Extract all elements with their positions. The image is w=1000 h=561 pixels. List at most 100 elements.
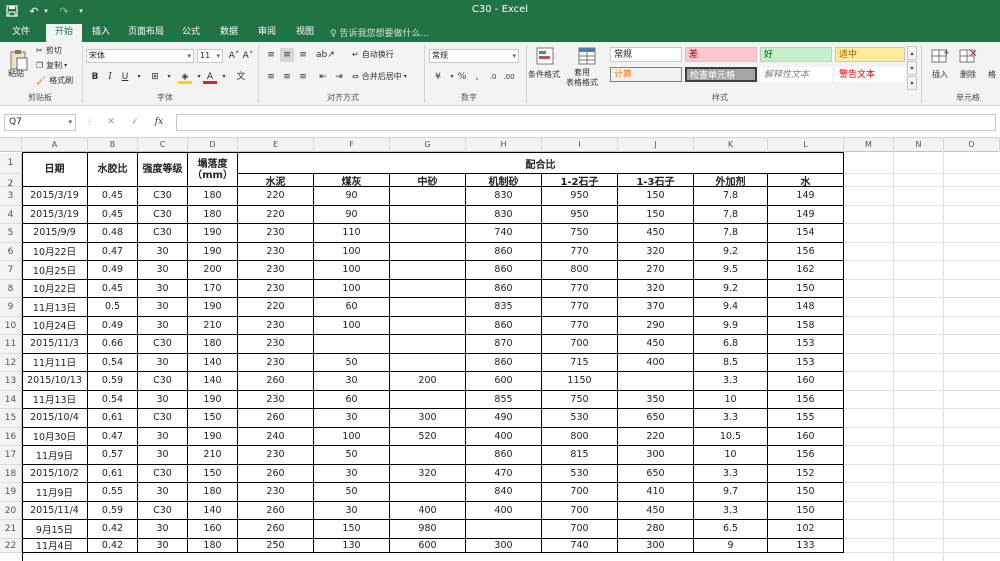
borders-icon[interactable]: ⊞ <box>148 70 162 84</box>
data-cell[interactable]: 410 <box>618 483 694 502</box>
row-header[interactable]: 15 <box>0 409 22 428</box>
data-cell[interactable]: 30 <box>138 298 188 317</box>
data-cell[interactable]: 155 <box>768 409 844 428</box>
data-cell[interactable]: 230 <box>238 335 314 354</box>
data-cell[interactable]: 180 <box>188 483 238 502</box>
data-cell[interactable]: 190 <box>188 224 238 243</box>
data-cell[interactable]: 50 <box>314 446 390 465</box>
header-machine-sand[interactable]: 机制砂 <box>466 174 542 187</box>
data-cell[interactable]: 90 <box>314 205 390 224</box>
column-header[interactable]: F <box>314 138 390 152</box>
data-cell[interactable]: 250 <box>238 538 314 553</box>
data-cell[interactable]: 153 <box>768 335 844 354</box>
data-cell[interactable]: 2015/11/4 <box>22 501 88 520</box>
cancel-icon[interactable]: ✕ <box>104 115 118 129</box>
align-middle-icon[interactable]: ≡ <box>280 48 294 62</box>
row-header[interactable]: 18 <box>0 464 22 483</box>
data-cell[interactable]: 700 <box>542 483 618 502</box>
data-cell[interactable]: 190 <box>188 298 238 317</box>
data-cell[interactable]: 30 <box>314 464 390 483</box>
column-header[interactable]: N <box>894 138 944 152</box>
data-cell[interactable]: 180 <box>188 205 238 224</box>
phonetic-icon[interactable]: 文 <box>234 70 248 84</box>
data-cell[interactable]: 0.57 <box>88 446 138 465</box>
data-cell[interactable]: C30 <box>138 372 188 391</box>
conditional-format-button[interactable]: 条件格式 <box>528 69 560 80</box>
tab-page-layout[interactable]: 页面布局 <box>124 24 168 42</box>
data-cell[interactable]: 2015/9/9 <box>22 224 88 243</box>
styles-scroll-up-icon[interactable]: ▴ <box>907 46 917 60</box>
data-cell[interactable]: 0.47 <box>88 242 138 261</box>
data-cell[interactable]: 2015/11/3 <box>22 335 88 354</box>
row-header[interactable]: 3 <box>0 187 22 206</box>
data-cell[interactable]: 156 <box>768 390 844 409</box>
data-cell[interactable]: 30 <box>138 427 188 446</box>
data-cell[interactable]: 190 <box>188 390 238 409</box>
data-cell[interactable]: 260 <box>238 520 314 539</box>
align-left-icon[interactable]: ≡ <box>264 70 278 84</box>
data-cell[interactable]: 230 <box>238 353 314 372</box>
row-header[interactable]: 17 <box>0 446 22 465</box>
data-cell[interactable]: 160 <box>768 372 844 391</box>
data-cell[interactable]: 150 <box>768 483 844 502</box>
styles-more-icon[interactable]: ▾ <box>907 76 917 90</box>
data-cell[interactable]: 200 <box>390 372 466 391</box>
data-cell[interactable]: 1150 <box>542 372 618 391</box>
formula-input[interactable] <box>176 114 996 131</box>
data-cell[interactable]: 190 <box>188 242 238 261</box>
data-cell[interactable]: 230 <box>238 446 314 465</box>
chevron-down-icon[interactable]: ▾ <box>132 70 146 84</box>
style-bad[interactable]: 差 <box>685 47 757 62</box>
data-cell[interactable]: 0.54 <box>88 390 138 409</box>
data-cell[interactable]: 0.61 <box>88 409 138 428</box>
data-cell[interactable]: 30 <box>138 520 188 539</box>
data-cell[interactable]: 280 <box>618 520 694 539</box>
data-cell[interactable]: 870 <box>466 335 542 354</box>
data-cell[interactable]: 10 <box>694 446 768 465</box>
data-cell[interactable]: 0.5 <box>88 298 138 317</box>
data-cell[interactable]: 800 <box>542 261 618 280</box>
data-cell[interactable]: 170 <box>188 279 238 298</box>
data-cell[interactable]: 950 <box>542 187 618 206</box>
data-cell[interactable]: 100 <box>314 316 390 335</box>
data-cell[interactable]: 11月13日 <box>22 390 88 409</box>
data-cell[interactable]: 3.3 <box>694 372 768 391</box>
data-cell[interactable]: 320 <box>618 279 694 298</box>
data-cell[interactable]: 230 <box>238 390 314 409</box>
data-cell[interactable]: 190 <box>188 427 238 446</box>
data-cell[interactable]: C30 <box>138 464 188 483</box>
data-cell[interactable]: 0.42 <box>88 538 138 553</box>
data-cell[interactable]: 2015/10/4 <box>22 409 88 428</box>
data-cell[interactable]: 9.2 <box>694 279 768 298</box>
row-header[interactable]: 22 <box>0 538 22 553</box>
increase-font-icon[interactable]: A˄ <box>227 49 241 63</box>
name-box[interactable]: Q7 ▾ <box>4 114 76 131</box>
data-cell[interactable]: 150 <box>188 464 238 483</box>
data-cell[interactable]: 180 <box>188 187 238 206</box>
column-header[interactable]: A <box>22 138 88 152</box>
data-cell[interactable] <box>390 187 466 206</box>
row-header[interactable]: 19 <box>0 483 22 502</box>
header-strength-grade[interactable]: 强度等级 <box>138 153 188 187</box>
data-cell[interactable]: 156 <box>768 242 844 261</box>
data-cell[interactable]: 3.3 <box>694 501 768 520</box>
data-cell[interactable]: 0.54 <box>88 353 138 372</box>
data-cell[interactable]: 100 <box>314 279 390 298</box>
data-cell[interactable]: 220 <box>238 187 314 206</box>
header-water[interactable]: 水 <box>768 174 844 187</box>
header-cement[interactable]: 水泥 <box>238 174 314 187</box>
data-cell[interactable]: 770 <box>542 298 618 317</box>
data-cell[interactable] <box>618 372 694 391</box>
row-header[interactable]: 4 <box>0 205 22 224</box>
font-name-select[interactable]: 宋体 ▾ <box>86 49 194 63</box>
font-size-select[interactable]: 11 ▾ <box>197 49 223 63</box>
column-header[interactable]: C <box>138 138 188 152</box>
data-cell[interactable]: 240 <box>238 427 314 446</box>
data-cell[interactable]: 30 <box>138 538 188 553</box>
data-cell[interactable]: 400 <box>466 427 542 446</box>
header-date[interactable]: 日期 <box>22 153 88 187</box>
data-cell[interactable]: 148 <box>768 298 844 317</box>
header-admixture[interactable]: 外加剂 <box>694 174 768 187</box>
data-cell[interactable]: 700 <box>542 501 618 520</box>
data-cell[interactable]: 153 <box>768 353 844 372</box>
